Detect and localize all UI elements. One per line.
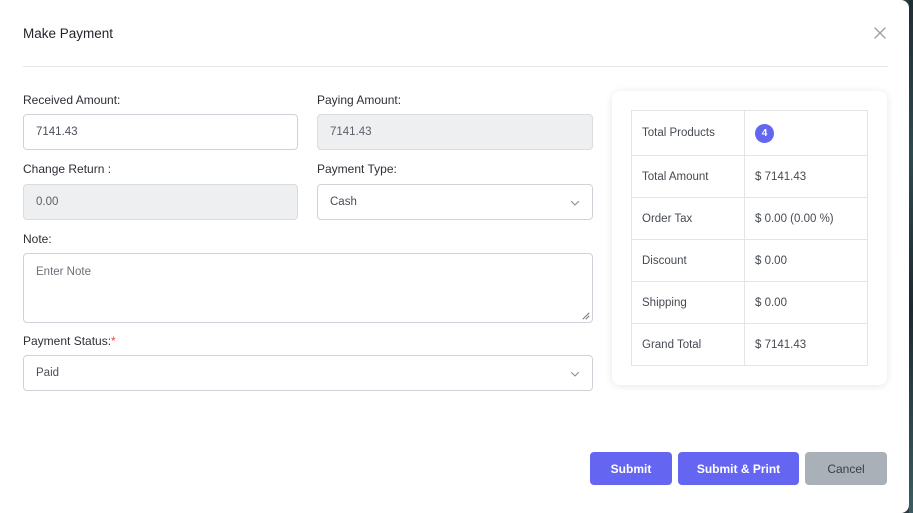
summary-label: Total Products bbox=[631, 110, 745, 156]
close-button[interactable] bbox=[872, 25, 888, 41]
submit-button[interactable]: Submit bbox=[590, 452, 672, 485]
summary-label: Order Tax bbox=[631, 197, 745, 240]
chevron-down-icon bbox=[570, 371, 580, 377]
change-return-value: 0.00 bbox=[36, 196, 59, 208]
summary-row-total-amount: Total Amount $ 7141.43 bbox=[631, 155, 868, 198]
summary-value: $ 7141.43 bbox=[744, 323, 868, 366]
modal-header: Make Payment bbox=[23, 0, 888, 67]
paying-amount-input: 7141.43 bbox=[317, 114, 593, 150]
change-return-label: Change Return : bbox=[23, 162, 112, 176]
payment-status-value: Paid bbox=[36, 367, 60, 379]
summary-label: Shipping bbox=[631, 281, 745, 324]
chevron-down-icon bbox=[570, 200, 580, 206]
cancel-button[interactable]: Cancel bbox=[805, 452, 887, 485]
note-textarea[interactable]: Enter Note bbox=[23, 253, 593, 323]
paying-amount-value: 7141.43 bbox=[330, 126, 372, 138]
summary-value: 4 bbox=[744, 110, 868, 156]
received-amount-input[interactable]: 7141.43 bbox=[23, 114, 298, 150]
payment-status-label: Payment Status:* bbox=[23, 334, 116, 348]
summary-label: Grand Total bbox=[631, 323, 745, 366]
resize-grip-icon[interactable] bbox=[582, 312, 590, 320]
submit-print-button[interactable]: Submit & Print bbox=[678, 452, 799, 485]
summary-value: $ 0.00 bbox=[744, 239, 868, 282]
payment-type-label: Payment Type: bbox=[317, 162, 397, 176]
note-placeholder: Enter Note bbox=[36, 266, 91, 278]
summary-value: $ 7141.43 bbox=[744, 155, 868, 198]
paying-amount-label: Paying Amount: bbox=[317, 93, 402, 107]
payment-status-select[interactable]: Paid bbox=[23, 355, 593, 391]
summary-row-discount: Discount $ 0.00 bbox=[631, 239, 868, 282]
summary-label: Discount bbox=[631, 239, 745, 282]
payment-status-label-text: Payment Status: bbox=[23, 334, 112, 348]
summary-row-shipping: Shipping $ 0.00 bbox=[631, 281, 868, 324]
summary-value: $ 0.00 bbox=[744, 281, 868, 324]
summary-value: $ 0.00 (0.00 %) bbox=[744, 197, 868, 240]
payment-type-select[interactable]: Cash bbox=[317, 184, 593, 220]
summary-row-grand-total: Grand Total $ 7141.43 bbox=[631, 323, 868, 366]
note-label: Note: bbox=[23, 232, 52, 246]
required-mark: * bbox=[111, 334, 116, 348]
total-products-badge: 4 bbox=[755, 123, 774, 143]
summary-row-total-products: Total Products 4 bbox=[631, 110, 868, 156]
make-payment-modal: Make Payment Received Amount: 7141.43 Pa… bbox=[0, 0, 909, 513]
summary-row-order-tax: Order Tax $ 0.00 (0.00 %) bbox=[631, 197, 868, 240]
order-summary-table: Total Products 4 Total Amount $ 7141.43 … bbox=[631, 110, 868, 366]
close-icon bbox=[874, 27, 886, 39]
change-return-input: 0.00 bbox=[23, 184, 298, 220]
page-backdrop bbox=[909, 0, 913, 513]
payment-type-value: Cash bbox=[330, 196, 357, 208]
received-amount-value: 7141.43 bbox=[36, 126, 78, 138]
summary-label: Total Amount bbox=[631, 155, 745, 198]
received-amount-label: Received Amount: bbox=[23, 93, 121, 107]
modal-title: Make Payment bbox=[23, 26, 114, 41]
order-summary-card: Total Products 4 Total Amount $ 7141.43 … bbox=[612, 91, 887, 385]
